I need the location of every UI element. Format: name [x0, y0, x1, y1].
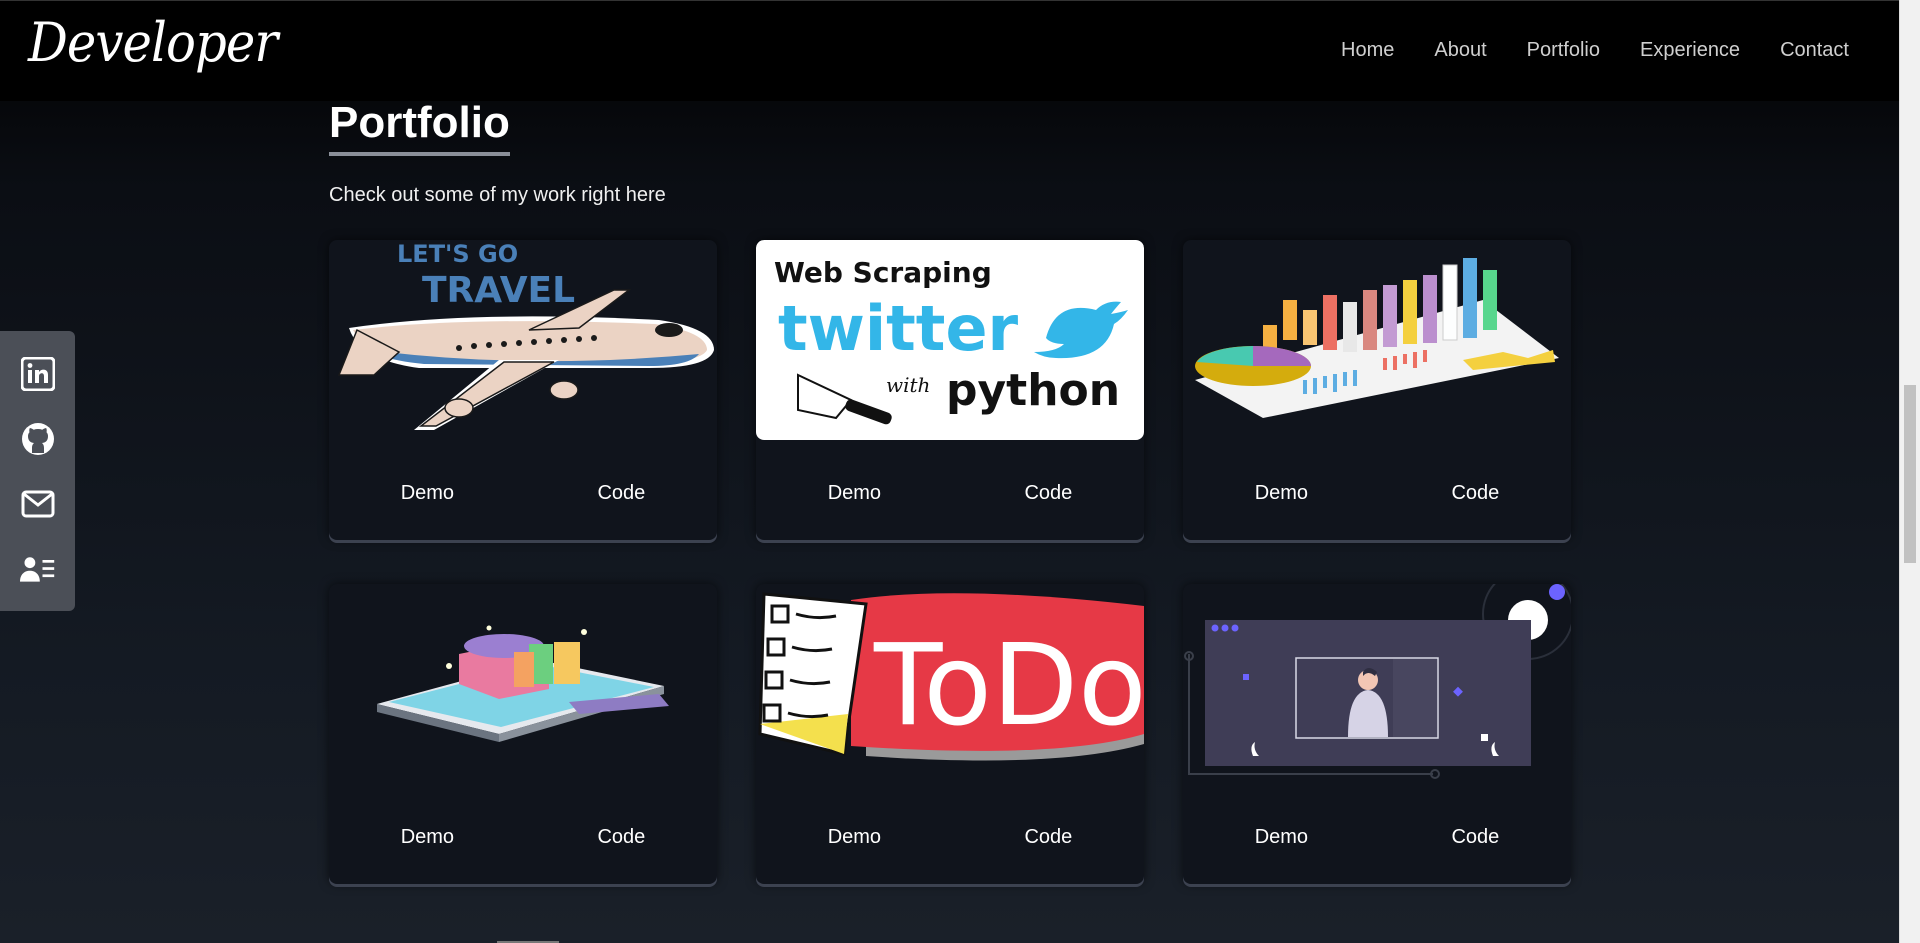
- twitter-scraping-image: Web Scraping twitter with python: [756, 240, 1144, 440]
- project-card: Web Scraping twitter with python Demo Co…: [756, 240, 1144, 540]
- thumb-text-lets-go: LET'S GO: [397, 240, 518, 268]
- nav-home[interactable]: Home: [1341, 39, 1394, 62]
- nav-experience[interactable]: Experience: [1640, 39, 1740, 62]
- linkedin-icon[interactable]: [20, 356, 56, 392]
- card-actions: Demo Code: [1183, 822, 1571, 853]
- travel-plane-image: LET'S GO TRAVEL: [337, 240, 714, 430]
- navbar: Developer Home About Portfolio Experienc…: [0, 0, 1899, 101]
- code-link[interactable]: Code: [1002, 478, 1094, 509]
- social-sidebar: [0, 331, 75, 611]
- logo[interactable]: Developer: [28, 11, 278, 74]
- thumb-text-todo: ToDo: [873, 621, 1144, 751]
- github-icon[interactable]: [20, 421, 56, 457]
- project-card: LET'S GO TRAVEL Demo Code: [329, 240, 717, 540]
- nav-about[interactable]: About: [1434, 39, 1486, 62]
- project-card: Demo Code: [329, 584, 717, 884]
- thumb-text-travel: TRAVEL: [422, 270, 575, 311]
- card-actions: Demo Code: [756, 822, 1144, 853]
- project-card: Demo Code: [1183, 240, 1571, 540]
- code-link[interactable]: Code: [1429, 822, 1521, 853]
- mail-icon[interactable]: [20, 486, 56, 522]
- demo-link[interactable]: Demo: [806, 822, 903, 853]
- card-actions: Demo Code: [329, 822, 717, 853]
- demo-link[interactable]: Demo: [806, 478, 903, 509]
- nav-links: Home About Portfolio Experience Contact: [1341, 39, 1849, 62]
- nav-portfolio[interactable]: Portfolio: [1527, 39, 1600, 62]
- nav-contact[interactable]: Contact: [1780, 39, 1849, 62]
- ecommerce-phone-illustration: [377, 625, 669, 742]
- code-link[interactable]: Code: [1429, 478, 1521, 509]
- scrollbar-thumb[interactable]: [1904, 385, 1916, 563]
- video-call-illustration: [1184, 584, 1571, 779]
- card-actions: Demo Code: [756, 478, 1144, 509]
- data-chart-illustration: [1195, 258, 1559, 418]
- thumb-text-with: with: [886, 373, 930, 397]
- demo-link[interactable]: Demo: [379, 478, 476, 509]
- resume-icon[interactable]: [19, 551, 56, 587]
- project-card: ToDo Demo Code: [756, 584, 1144, 884]
- portfolio-grid: LET'S GO TRAVEL Demo Code Web Scraping t…: [329, 240, 1571, 884]
- thumb-text-python: python: [946, 365, 1120, 416]
- card-actions: Demo Code: [1183, 478, 1571, 509]
- section-subtitle: Check out some of my work right here: [329, 184, 666, 206]
- project-card: Demo Code: [1183, 584, 1571, 884]
- todo-image: ToDo: [758, 592, 1144, 761]
- card-actions: Demo Code: [329, 478, 717, 509]
- code-link[interactable]: Code: [575, 478, 667, 509]
- scrollbar[interactable]: [1899, 0, 1920, 943]
- demo-link[interactable]: Demo: [379, 822, 476, 853]
- demo-link[interactable]: Demo: [1233, 478, 1330, 509]
- code-link[interactable]: Code: [1002, 822, 1094, 853]
- demo-link[interactable]: Demo: [1233, 822, 1330, 853]
- thumb-text-web-scraping: Web Scraping: [774, 256, 992, 289]
- code-link[interactable]: Code: [575, 822, 667, 853]
- section-title: Portfolio: [329, 98, 510, 156]
- thumb-text-twitter: twitter: [778, 292, 1018, 365]
